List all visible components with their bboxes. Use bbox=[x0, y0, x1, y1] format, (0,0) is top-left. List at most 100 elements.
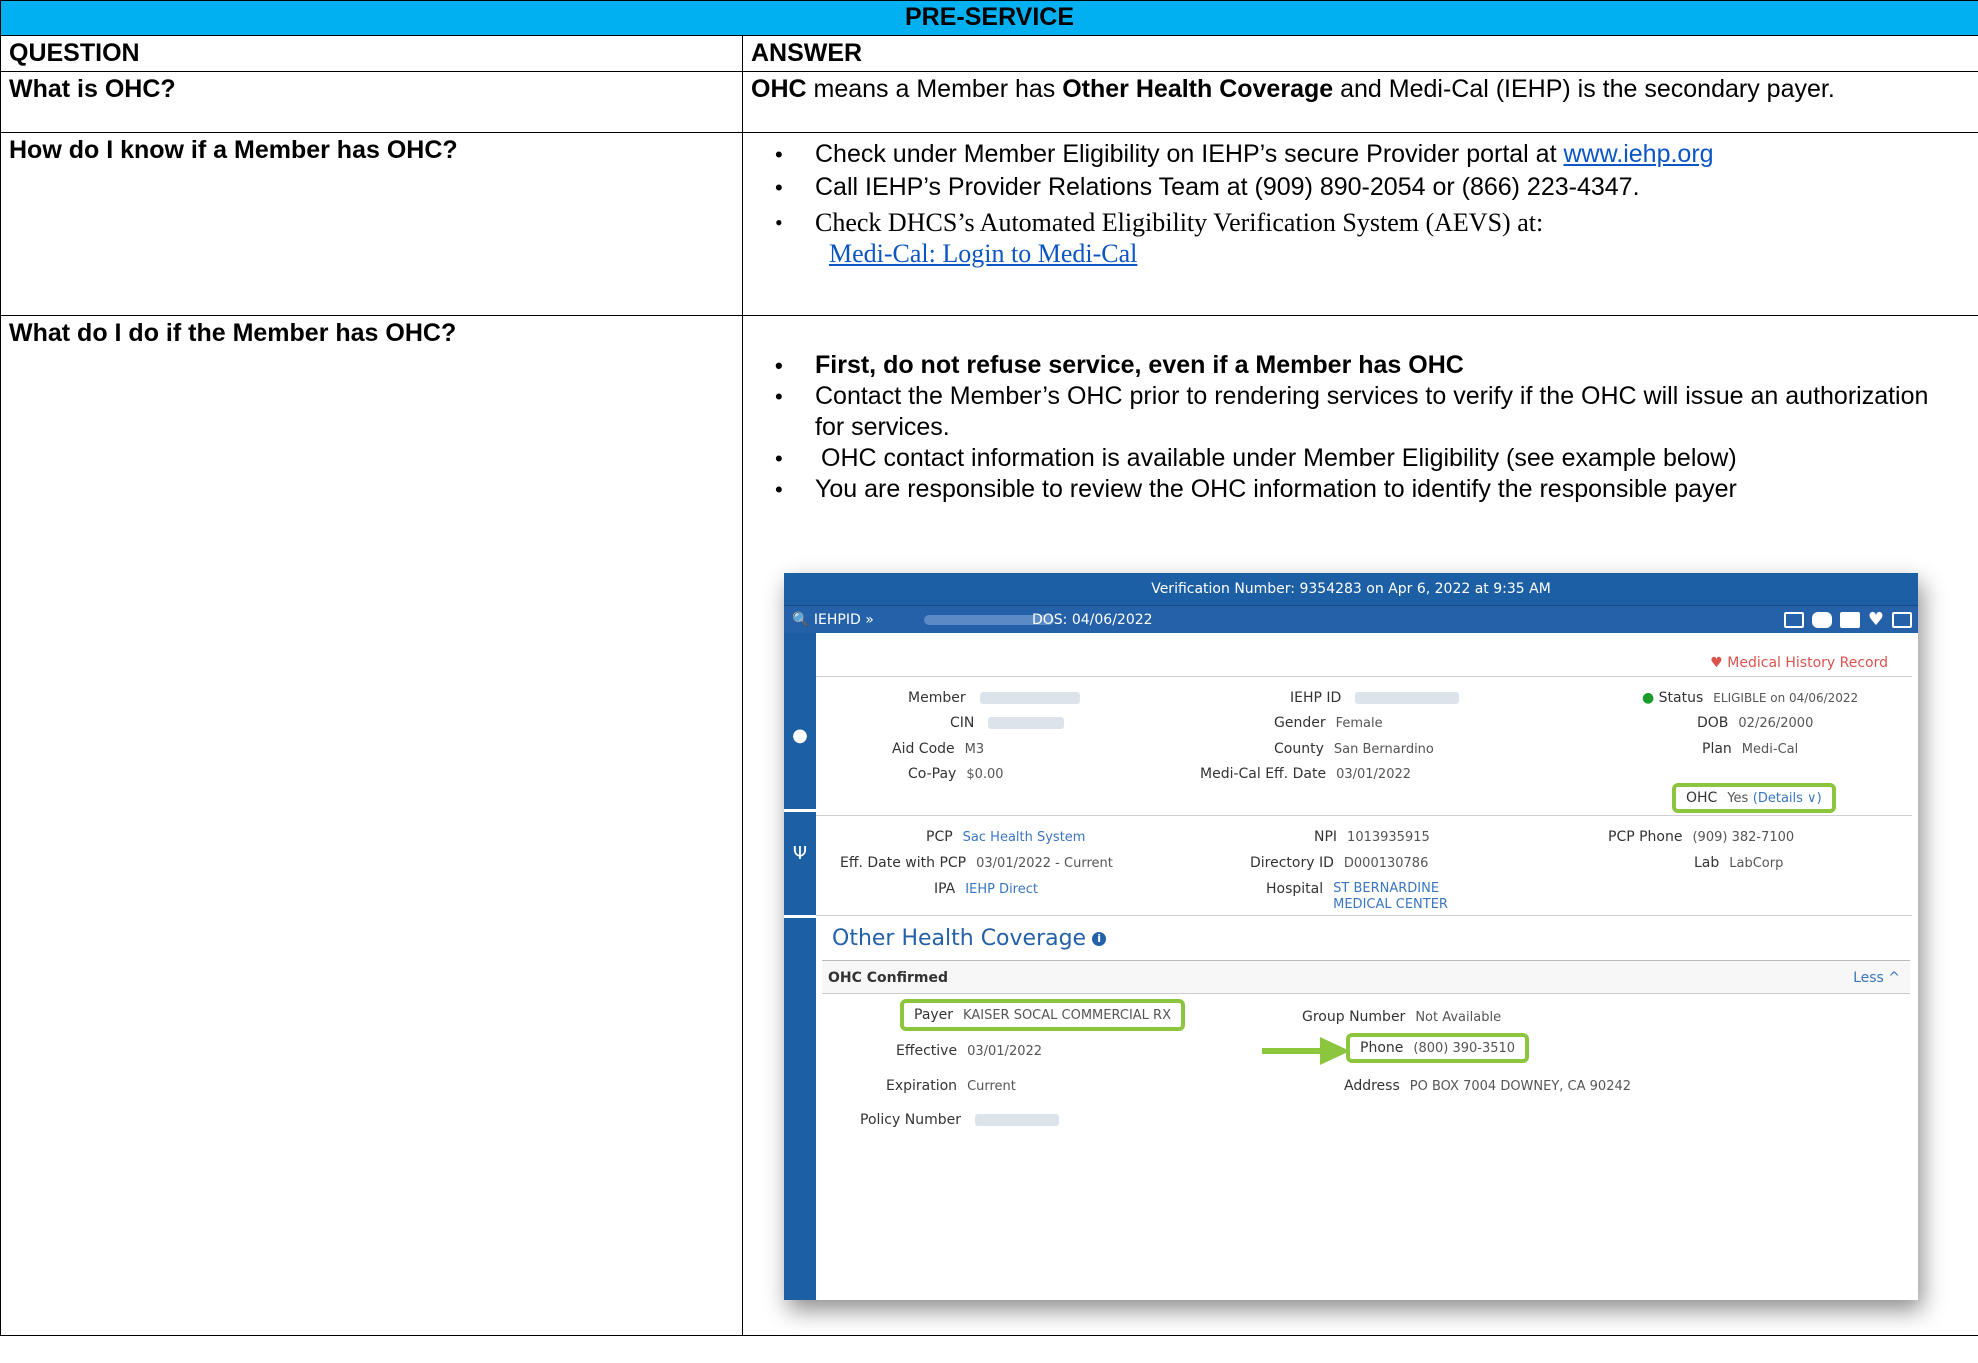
gender-field: Gender Female bbox=[1274, 715, 1383, 731]
phone-label: Phone bbox=[1360, 1040, 1404, 1056]
payer-field: Payer KAISER SOCAL COMMERCIAL RX bbox=[900, 999, 1185, 1031]
plan-field: Plan Medi-Cal bbox=[1702, 741, 1798, 757]
cin-field: CIN bbox=[950, 715, 1065, 731]
policy-number-field: Policy Number bbox=[860, 1112, 1059, 1128]
less-toggle[interactable]: Less ^ bbox=[1853, 961, 1900, 995]
gender-label: Gender bbox=[1274, 715, 1326, 731]
heart-icon[interactable]: ♥ bbox=[1868, 606, 1884, 634]
cin-label: CIN bbox=[950, 715, 975, 731]
status-dot-icon: ● bbox=[1642, 690, 1659, 706]
eff-date-pcp-field: Eff. Date with PCP 03/01/2022 - Current bbox=[840, 855, 1113, 871]
ipa-link[interactable]: IEHP Direct bbox=[965, 882, 1038, 897]
dob-value: 02/26/2000 bbox=[1738, 716, 1814, 731]
ohc-title-text: Other Health Coverage bbox=[832, 926, 1087, 951]
expiration-label: Expiration bbox=[886, 1078, 958, 1094]
divider bbox=[784, 915, 816, 918]
ohc-details-link[interactable]: (Details ∨) bbox=[1753, 791, 1822, 806]
lab-field: Lab LabCorp bbox=[1694, 855, 1783, 871]
list-item: Contact the Member’s OHC prior to render… bbox=[751, 381, 1952, 443]
hospital-name-line-1: ST BERNARDINE bbox=[1333, 881, 1440, 896]
npi-field: NPI 1013935915 bbox=[1314, 829, 1430, 845]
hospital-link[interactable]: ST BERNARDINE MEDICAL CENTER bbox=[1333, 881, 1448, 913]
medi-cal-login-link[interactable]: Medi-Cal: Login to Medi-Cal bbox=[829, 239, 1137, 268]
search-icon[interactable]: 🔍 IEHPID » bbox=[792, 606, 874, 634]
group-number-value: Not Available bbox=[1415, 1010, 1502, 1025]
answer-column-header: ANSWER bbox=[742, 35, 1978, 72]
address-field: Address PO BOX 7004 DOWNEY, CA 90242 bbox=[1344, 1078, 1631, 1094]
county-label: County bbox=[1274, 741, 1324, 757]
copay-field: Co-Pay $0.00 bbox=[908, 766, 1004, 782]
aid-code-field: Aid Code M3 bbox=[892, 741, 984, 757]
lab-label: Lab bbox=[1694, 855, 1720, 871]
bullet-text: OHC contact information is available und… bbox=[821, 444, 1737, 472]
redacted-value bbox=[974, 1114, 1059, 1126]
npi-label: NPI bbox=[1314, 829, 1338, 845]
list-item: First, do not refuse service, even if a … bbox=[751, 350, 1952, 381]
group-number-label: Group Number bbox=[1302, 1009, 1406, 1025]
redacted-value bbox=[1355, 692, 1460, 704]
search-label: IEHPID » bbox=[813, 612, 874, 628]
divider bbox=[816, 676, 1912, 677]
eff-date-pcp-value: 03/01/2022 - Current bbox=[976, 856, 1113, 871]
payer-value: KAISER SOCAL COMMERCIAL RX bbox=[963, 1008, 1171, 1023]
copay-label: Co-Pay bbox=[908, 766, 957, 782]
pcp-field: PCP Sac Health System bbox=[926, 829, 1085, 845]
ohc-value: Yes bbox=[1727, 791, 1749, 806]
lab-value: LabCorp bbox=[1729, 856, 1784, 871]
expiration-field: Expiration Current bbox=[886, 1078, 1016, 1094]
bullet-text: You are responsible to review the OHC in… bbox=[815, 475, 1737, 503]
status-value: ELIGIBLE on 04/06/2022 bbox=[1713, 691, 1859, 705]
hospital-label: Hospital bbox=[1266, 881, 1324, 897]
left-sidebar: ● Ψ bbox=[784, 633, 816, 1300]
payer-label: Payer bbox=[914, 1007, 954, 1023]
bullet-text: Contact the Member’s OHC prior to render… bbox=[815, 382, 1929, 441]
iehp-website-link[interactable]: www.iehp.org bbox=[1563, 140, 1713, 168]
list-item: You are responsible to review the OHC in… bbox=[751, 474, 1952, 505]
green-arrow-icon bbox=[1262, 1037, 1350, 1065]
verification-bar: Verification Number: 9354283 on Apr 6, 2… bbox=[784, 573, 1918, 605]
list-item: Check DHCS’s Automated Eligibility Verif… bbox=[751, 207, 1970, 269]
medical-history-link[interactable]: ♥ Medical History Record bbox=[1710, 655, 1888, 671]
stethoscope-icon: Ψ bbox=[792, 843, 808, 864]
iehp-id-label: IEHP ID bbox=[1290, 690, 1342, 706]
medical-eff-date-label: Medi-Cal Eff. Date bbox=[1200, 766, 1327, 782]
hospital-name-line-2: MEDICAL CENTER bbox=[1333, 897, 1448, 912]
dob-field: DOB 02/26/2000 bbox=[1697, 715, 1813, 731]
question-what-is-ohc: What is OHC? bbox=[0, 71, 743, 133]
info-icon[interactable]: i bbox=[1092, 932, 1107, 946]
plan-value: Medi-Cal bbox=[1741, 742, 1799, 757]
ohc-confirmed-header: OHC Confirmed Less ^ bbox=[822, 960, 1910, 994]
pcp-link[interactable]: Sac Health System bbox=[963, 830, 1086, 845]
ohc-label: OHC bbox=[1686, 790, 1718, 806]
group-number-field: Group Number Not Available bbox=[1302, 1009, 1501, 1025]
other-health-coverage-title: Other Health Coverage i bbox=[832, 926, 1107, 951]
effective-field: Effective 03/01/2022 bbox=[896, 1043, 1042, 1059]
phone-field: Phone (800) 390-3510 bbox=[1346, 1033, 1530, 1063]
bullet-text: First, do not refuse service, even if a … bbox=[815, 351, 1464, 379]
other-health-coverage-term: Other Health Coverage bbox=[1062, 75, 1334, 103]
directory-id-label: Directory ID bbox=[1250, 855, 1334, 871]
car-icon[interactable] bbox=[1811, 612, 1832, 628]
directory-id-value: D000130786 bbox=[1343, 856, 1429, 871]
table-title: PRE-SERVICE bbox=[0, 0, 1978, 36]
id-card-icon[interactable] bbox=[1892, 612, 1912, 628]
phone-value: (800) 390-3510 bbox=[1413, 1041, 1516, 1056]
pcp-phone-value: (909) 382-7100 bbox=[1692, 830, 1795, 845]
plus-icon[interactable] bbox=[1839, 612, 1860, 628]
policy-number-label: Policy Number bbox=[860, 1112, 961, 1128]
plan-label: Plan bbox=[1702, 741, 1732, 757]
chart-icon[interactable] bbox=[1783, 612, 1804, 628]
status-label: Status bbox=[1658, 690, 1704, 706]
directory-id-field: Directory ID D000130786 bbox=[1250, 855, 1428, 871]
list-item: OHC contact information is available und… bbox=[751, 443, 1952, 474]
dob-label: DOB bbox=[1697, 715, 1729, 731]
bullet-text: Check DHCS’s Automated Eligibility Verif… bbox=[815, 208, 1544, 237]
answer-what-is-ohc: OHC means a Member has Other Health Cove… bbox=[742, 71, 1978, 133]
ohc-term: OHC bbox=[751, 75, 807, 103]
ohc-confirmed-label: OHC Confirmed bbox=[828, 970, 949, 986]
pcp-phone-label: PCP Phone bbox=[1608, 829, 1683, 845]
ipa-label: IPA bbox=[934, 881, 956, 897]
expiration-value: Current bbox=[967, 1079, 1016, 1094]
medical-eff-date-value: 03/01/2022 bbox=[1336, 767, 1412, 782]
county-field: County San Bernardino bbox=[1274, 741, 1434, 757]
